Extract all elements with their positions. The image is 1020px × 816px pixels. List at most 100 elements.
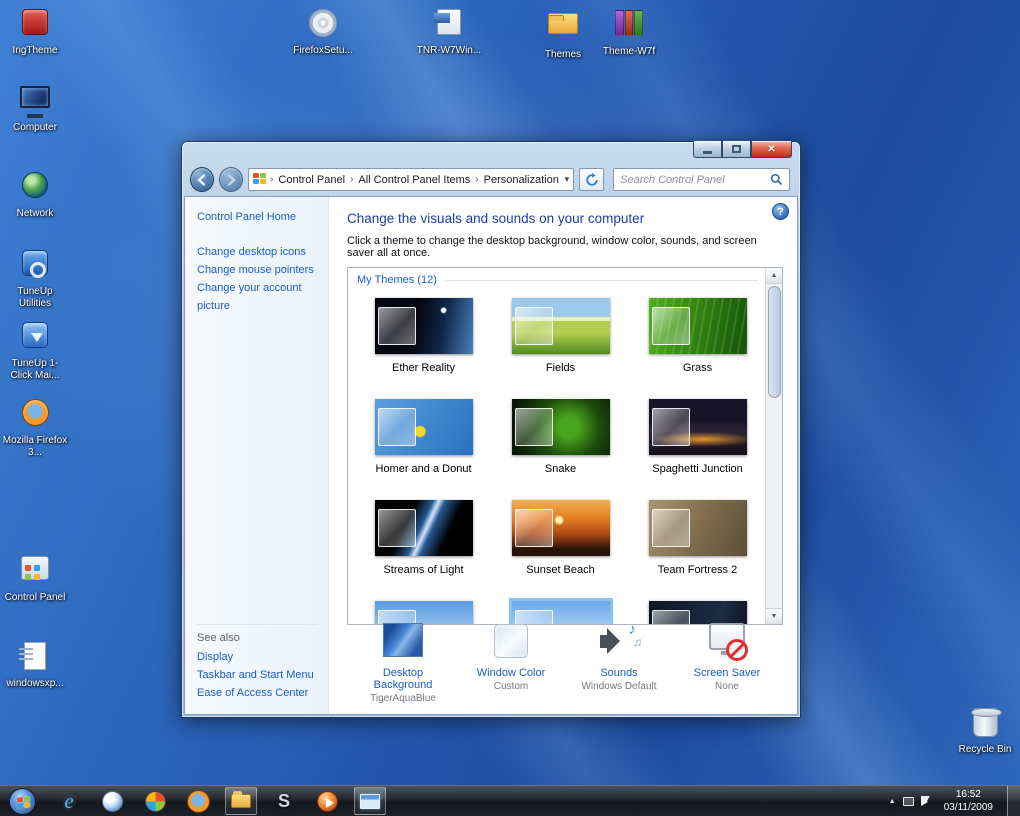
desktop-icon-firefox[interactable]: Mozilla Firefox 3... xyxy=(2,396,68,459)
sidebar-item-ease-of-access[interactable]: Ease of Access Center xyxy=(197,684,318,702)
theme-item-ether-reality[interactable]: Ether Reality xyxy=(355,288,492,389)
themes-scrollbar[interactable]: ▲ ▼ xyxy=(765,268,782,624)
icon-label: TuneUp Utilities xyxy=(2,286,68,310)
theme-item-spaghetti-junction[interactable]: Spaghetti Junction xyxy=(629,389,766,490)
personalization-window: ✕ › Control Panel › All Control Panel It… xyxy=(181,141,801,718)
breadcrumb-personalization[interactable]: Personalization xyxy=(482,174,561,186)
group-divider xyxy=(445,280,758,281)
breadcrumb-all-items[interactable]: All Control Panel Items xyxy=(356,174,472,186)
search-icon xyxy=(770,173,783,186)
computer-icon xyxy=(16,86,54,120)
desktop-icon-computer[interactable]: Computer xyxy=(2,84,68,134)
sidebar-item-control-panel-home[interactable]: Control Panel Home xyxy=(197,211,322,223)
group-label: My Themes (12) xyxy=(357,274,437,286)
close-button[interactable]: ✕ xyxy=(751,141,792,158)
taskbar-button-media-app[interactable] xyxy=(311,787,343,815)
refresh-button[interactable] xyxy=(579,168,604,191)
aero-glass-preview xyxy=(378,307,416,345)
see-also-label: See also xyxy=(197,632,318,644)
tray-network-icon[interactable] xyxy=(903,797,914,806)
themes-panel: My Themes (12) Ether Reality Fields xyxy=(347,267,783,625)
theme-item-sunset-beach[interactable]: Sunset Beach xyxy=(492,490,629,591)
desktop-icon-network[interactable]: Network xyxy=(2,168,68,220)
tuneup-oneclick-icon xyxy=(16,322,54,356)
back-button[interactable] xyxy=(190,167,214,192)
screen-saver-button[interactable]: Screen Saver None xyxy=(677,619,777,704)
icon-label: FirefoxSetu... xyxy=(290,45,356,57)
back-arrow-icon xyxy=(196,174,208,186)
sounds-button[interactable]: ♪♫ Sounds Windows Default xyxy=(569,619,669,704)
tray-action-center-icon[interactable] xyxy=(921,796,930,806)
desktop-icon-themes-folder[interactable]: Themes xyxy=(530,6,596,61)
minimize-button[interactable] xyxy=(693,141,722,158)
icon-label: Network xyxy=(2,208,68,220)
desktop-icon-tuneup-oneclick[interactable]: TuneUp 1-Click Mai... xyxy=(2,318,68,382)
theme-thumbnail xyxy=(375,298,473,354)
help-button[interactable]: ? xyxy=(772,203,789,220)
icon-label: Control Panel xyxy=(2,592,68,604)
taskbar-button-firefox[interactable] xyxy=(182,787,214,815)
show-desktop-button[interactable] xyxy=(1007,786,1020,816)
forward-button[interactable] xyxy=(219,167,243,192)
maximize-button[interactable] xyxy=(722,141,751,158)
window-titlebar[interactable]: ✕ xyxy=(182,142,800,163)
sidebar-item-display[interactable]: Display xyxy=(197,648,318,666)
taskbar-button-internet-explorer[interactable]: e xyxy=(53,787,85,815)
desktop-icon-tuneup-utilities[interactable]: TuneUp Utilities xyxy=(2,246,68,310)
windows-flag-icon xyxy=(17,796,30,808)
option-label: Desktop Background xyxy=(353,667,453,691)
red-app-icon xyxy=(16,9,54,43)
scrollbar-thumb[interactable] xyxy=(768,286,781,398)
theme-grid: Ether Reality Fields Grass Homer an xyxy=(355,288,782,625)
desktop-icon-ingtheme[interactable]: IngTheme xyxy=(2,5,68,57)
address-location-icon xyxy=(253,173,267,186)
sidebar-item-taskbar-start-menu[interactable]: Taskbar and Start Menu xyxy=(197,666,318,684)
search-placeholder: Search Control Panel xyxy=(620,174,725,186)
taskbar-clock[interactable]: 16:52 03/11/2009 xyxy=(937,788,1000,814)
taskbar-button-media-player[interactable] xyxy=(96,787,128,815)
desktop-icon-tnr-w7win[interactable]: TNR-W7Win... xyxy=(416,6,482,57)
taskbar-button-windows-live[interactable] xyxy=(139,787,171,815)
tray-expand-icon[interactable]: ▲ xyxy=(889,798,896,805)
sidebar-item-change-account-picture[interactable]: Change your account picture xyxy=(197,279,322,315)
network-globe-icon xyxy=(16,172,54,206)
theme-name: Spaghetti Junction xyxy=(629,463,766,475)
icon-label: Mozilla Firefox 3... xyxy=(2,435,68,459)
internet-explorer-icon: e xyxy=(64,789,73,814)
search-box[interactable]: Search Control Panel xyxy=(613,168,790,191)
sidebar-item-change-mouse-pointers[interactable]: Change mouse pointers xyxy=(197,261,322,279)
desktop-icon-windowsxp-doc[interactable]: windowsxp... xyxy=(2,640,68,690)
window-color-icon xyxy=(488,619,534,663)
document-icon xyxy=(16,642,54,676)
theme-item-homer-and-a-donut[interactable]: Homer and a Donut xyxy=(355,389,492,490)
sidebar-item-change-desktop-icons[interactable]: Change desktop icons xyxy=(197,243,322,261)
screen-saver-icon xyxy=(704,619,750,663)
desktop-icon-firefox-setup[interactable]: FirefoxSetu... xyxy=(290,6,356,57)
option-label: Sounds xyxy=(569,667,669,679)
theme-item-team-fortress-2[interactable]: Team Fortress 2 xyxy=(629,490,766,591)
taskbar-button-s-app[interactable]: S xyxy=(268,787,300,815)
breadcrumb[interactable]: › Control Panel › All Control Panel Item… xyxy=(248,168,574,191)
taskbar-button-explorer[interactable] xyxy=(225,787,257,815)
aero-glass-preview xyxy=(515,307,553,345)
theme-item-grass[interactable]: Grass xyxy=(629,288,766,389)
taskbar-button-active-window[interactable] xyxy=(354,787,386,815)
breadcrumb-dropdown-icon[interactable]: ▾ xyxy=(565,174,570,185)
icon-label: windowsxp... xyxy=(2,678,68,690)
desktop-icon-recycle-bin[interactable]: Recycle Bin xyxy=(952,706,1018,756)
window-color-button[interactable]: Window Color Custom xyxy=(461,619,561,704)
theme-name: Ether Reality xyxy=(355,362,492,374)
aero-glass-preview xyxy=(652,509,690,547)
desktop-background-button[interactable]: Desktop Background TigerAquaBlue xyxy=(353,619,453,704)
theme-item-snake[interactable]: Snake xyxy=(492,389,629,490)
icon-label: TuneUp 1-Click Mai... xyxy=(2,358,68,382)
theme-thumbnail xyxy=(512,298,610,354)
theme-item-streams-of-light[interactable]: Streams of Light xyxy=(355,490,492,591)
theme-item-fields[interactable]: Fields xyxy=(492,288,629,389)
scroll-up-button[interactable]: ▲ xyxy=(766,268,782,284)
desktop-icon-control-panel[interactable]: Control Panel xyxy=(2,552,68,604)
desktop-icon-theme-archive[interactable]: Theme-W7f xyxy=(596,6,662,58)
sidebar-see-also: See also Display Taskbar and Start Menu … xyxy=(197,624,318,702)
breadcrumb-control-panel[interactable]: Control Panel xyxy=(276,174,347,186)
start-button[interactable] xyxy=(9,788,36,815)
